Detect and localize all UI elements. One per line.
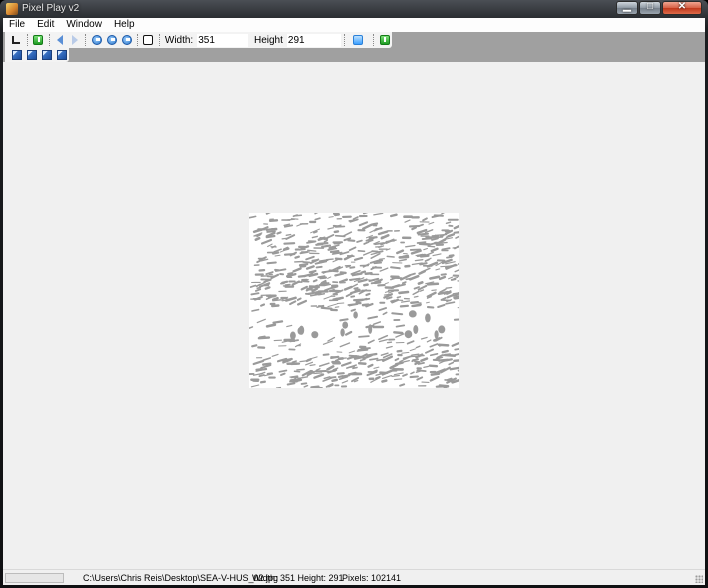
- image-texture: [249, 213, 459, 388]
- rotate-left-button[interactable]: [91, 34, 102, 46]
- toolbar-area: Width: 351 Height 291: [3, 32, 705, 62]
- app-window: Pixel Play v2 ▁ □ ✕ File Edit Window Hel…: [0, 0, 708, 588]
- filter-icon-3: [41, 50, 52, 60]
- status-file-path: C:\Users\Chris Reis\Desktop\SEA-V-HUS_02…: [83, 573, 279, 583]
- menu-file[interactable]: File: [3, 18, 31, 32]
- menu-help[interactable]: Help: [108, 18, 141, 32]
- flip-horizontal-button[interactable]: [55, 34, 66, 46]
- filter-button-1[interactable]: [11, 49, 22, 61]
- square-select-icon: [143, 35, 154, 45]
- toolbar-separator: [85, 34, 87, 46]
- resize-button[interactable]: [352, 34, 363, 46]
- filter-button-3[interactable]: [41, 49, 52, 61]
- progress-bar: [5, 573, 64, 583]
- client-area: File Edit Window Help Width: 351 Height …: [3, 18, 705, 585]
- green-action-icon: [33, 35, 44, 45]
- close-button[interactable]: ✕: [662, 1, 702, 15]
- toolbar-separator: [26, 34, 28, 46]
- toolbar-separator: [158, 34, 160, 46]
- main-toolstrip: Width: 351 Height 291: [5, 32, 392, 48]
- filter-button-4[interactable]: [56, 49, 67, 61]
- filter-icon-2: [26, 50, 37, 60]
- edited-image[interactable]: [249, 213, 459, 388]
- canvas-area: [3, 62, 705, 568]
- flip-left-icon: [57, 35, 64, 45]
- toolbar-separator: [373, 34, 375, 46]
- filter-button-2[interactable]: [26, 49, 37, 61]
- status-bar: C:\Users\Chris Reis\Desktop\SEA-V-HUS_02…: [3, 569, 705, 585]
- app-icon: [6, 3, 18, 15]
- maximize-button[interactable]: □: [639, 1, 661, 15]
- width-field[interactable]: 351: [197, 33, 248, 47]
- status-pixels: Pixels: 102141: [342, 573, 402, 583]
- filter-toolstrip: [5, 48, 69, 62]
- toolbar-separator: [344, 34, 346, 46]
- close-icon: ✕: [677, 1, 687, 12]
- menu-edit[interactable]: Edit: [31, 18, 60, 32]
- status-dimensions: Width: 351 Height: 291: [252, 573, 344, 583]
- crop-icon: [12, 36, 21, 44]
- flip-vertical-button[interactable]: [70, 34, 81, 46]
- toolbar-separator: [137, 34, 139, 46]
- resize-grip-icon[interactable]: [695, 575, 703, 583]
- minimize-button[interactable]: ▁: [616, 1, 638, 15]
- menu-window[interactable]: Window: [60, 18, 108, 32]
- filter-icon-1: [11, 50, 22, 60]
- rotate-icon: [121, 35, 132, 45]
- crop-button[interactable]: [11, 34, 22, 46]
- rotate-180-button[interactable]: [121, 34, 132, 46]
- window-controls: ▁ □ ✕: [615, 1, 702, 15]
- height-label: Height: [253, 34, 283, 46]
- rotate-icon: [106, 35, 117, 45]
- title-bar[interactable]: Pixel Play v2 ▁ □ ✕: [0, 0, 708, 18]
- image-content: [249, 213, 459, 388]
- filter-icon-4: [56, 50, 67, 60]
- apply-resize-button[interactable]: [379, 34, 390, 46]
- minimize-icon: ▁: [623, 1, 631, 12]
- blue-tool-icon: [352, 35, 363, 45]
- green-tool-icon: [379, 35, 390, 45]
- menu-bar: File Edit Window Help: [3, 18, 705, 32]
- flip-right-icon: [72, 35, 78, 45]
- window-title: Pixel Play v2: [22, 3, 80, 14]
- rotate-right-button[interactable]: [106, 34, 117, 46]
- toolbar-separator: [48, 34, 50, 46]
- select-button[interactable]: [143, 34, 154, 46]
- height-field[interactable]: 291: [286, 33, 342, 47]
- maximize-icon: □: [646, 1, 654, 12]
- rotate-icon: [91, 35, 102, 45]
- apply-button[interactable]: [33, 34, 44, 46]
- width-label: Width:: [164, 34, 194, 46]
